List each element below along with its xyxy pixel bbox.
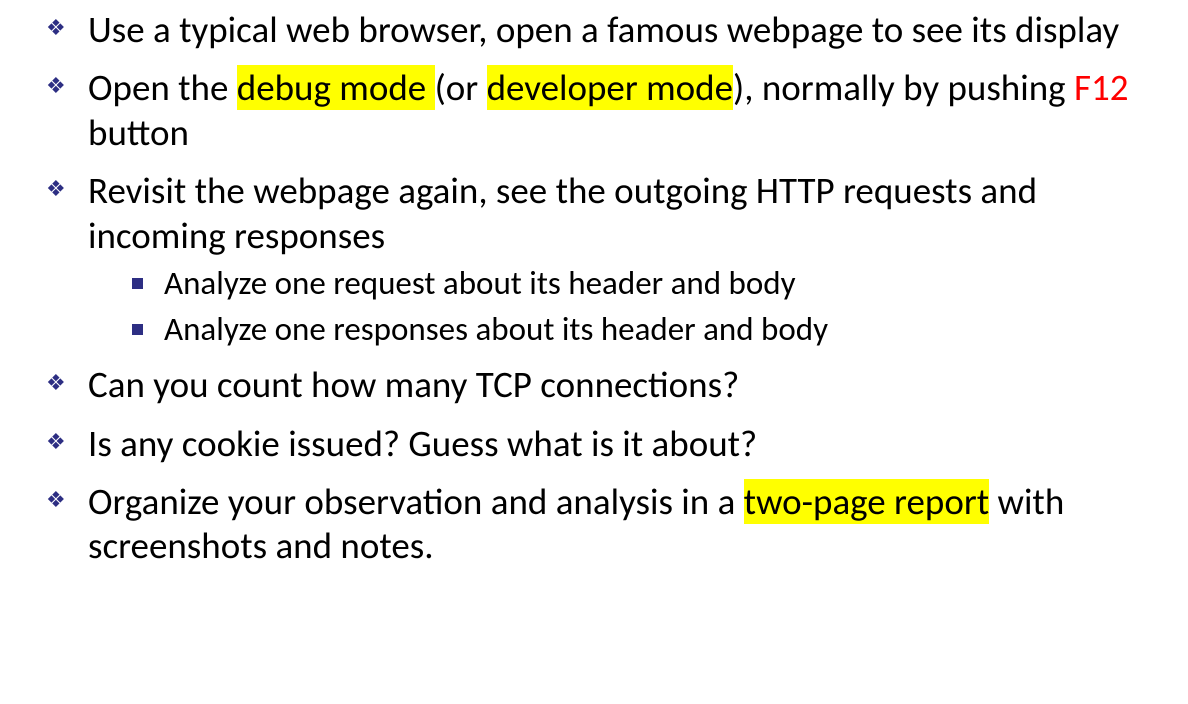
text-segment: Analyze one request about its header and… (164, 263, 796, 303)
sub-bullet-text: Analyze one responses about its header a… (164, 309, 828, 349)
bullet-item: Open the debug mode (or developer mode),… (40, 66, 1148, 155)
bullet-item: Can you count how many TCP connections? (40, 363, 1148, 407)
bullet-text: Revisit the webpage again, see the outgo… (88, 168, 1037, 257)
bullet-text: Organize your observation and analysis i… (88, 479, 1064, 568)
text-segment: Revisit the webpage again, see the outgo… (88, 168, 1037, 257)
highlighted-text: two-page report (744, 479, 989, 524)
bullet-text: Use a typical web browser, open a famous… (88, 7, 1119, 52)
bullet-list: Use a typical web browser, open a famous… (40, 8, 1148, 569)
highlighted-text: developer mode (487, 65, 733, 110)
bullet-item: Organize your observation and analysis i… (40, 480, 1148, 569)
text-segment: Is any cookie issued? Guess what is it a… (88, 421, 757, 466)
sub-bullet-text: Analyze one request about its header and… (164, 263, 796, 303)
bullet-item: Use a typical web browser, open a famous… (40, 8, 1148, 52)
sub-bullet-list: Analyze one request about its header and… (128, 264, 1148, 349)
text-segment: ), normally by pushing (733, 65, 1074, 110)
text-segment: Use a typical web browser, open a famous… (88, 7, 1119, 52)
bullet-text: Open the debug mode (or developer mode),… (88, 65, 1128, 154)
text-segment: Organize your observation and analysis i… (88, 479, 744, 524)
highlighted-text: debug mode (237, 65, 435, 110)
text-segment: Can you count how many TCP connections? (88, 362, 739, 407)
bullet-text: Can you count how many TCP connections? (88, 362, 739, 407)
sub-bullet-item: Analyze one request about its header and… (128, 264, 1148, 304)
bullet-item: Is any cookie issued? Guess what is it a… (40, 422, 1148, 466)
text-segment: Analyze one responses about its header a… (164, 309, 828, 349)
text-segment: (or (435, 65, 487, 110)
slide-content: Use a typical web browser, open a famous… (0, 0, 1188, 704)
bullet-text: Is any cookie issued? Guess what is it a… (88, 421, 757, 466)
text-segment: Open the (88, 65, 237, 110)
red-text: F12 (1074, 65, 1129, 110)
bullet-item: Revisit the webpage again, see the outgo… (40, 169, 1148, 349)
text-segment: button (88, 110, 189, 155)
sub-bullet-item: Analyze one responses about its header a… (128, 310, 1148, 350)
